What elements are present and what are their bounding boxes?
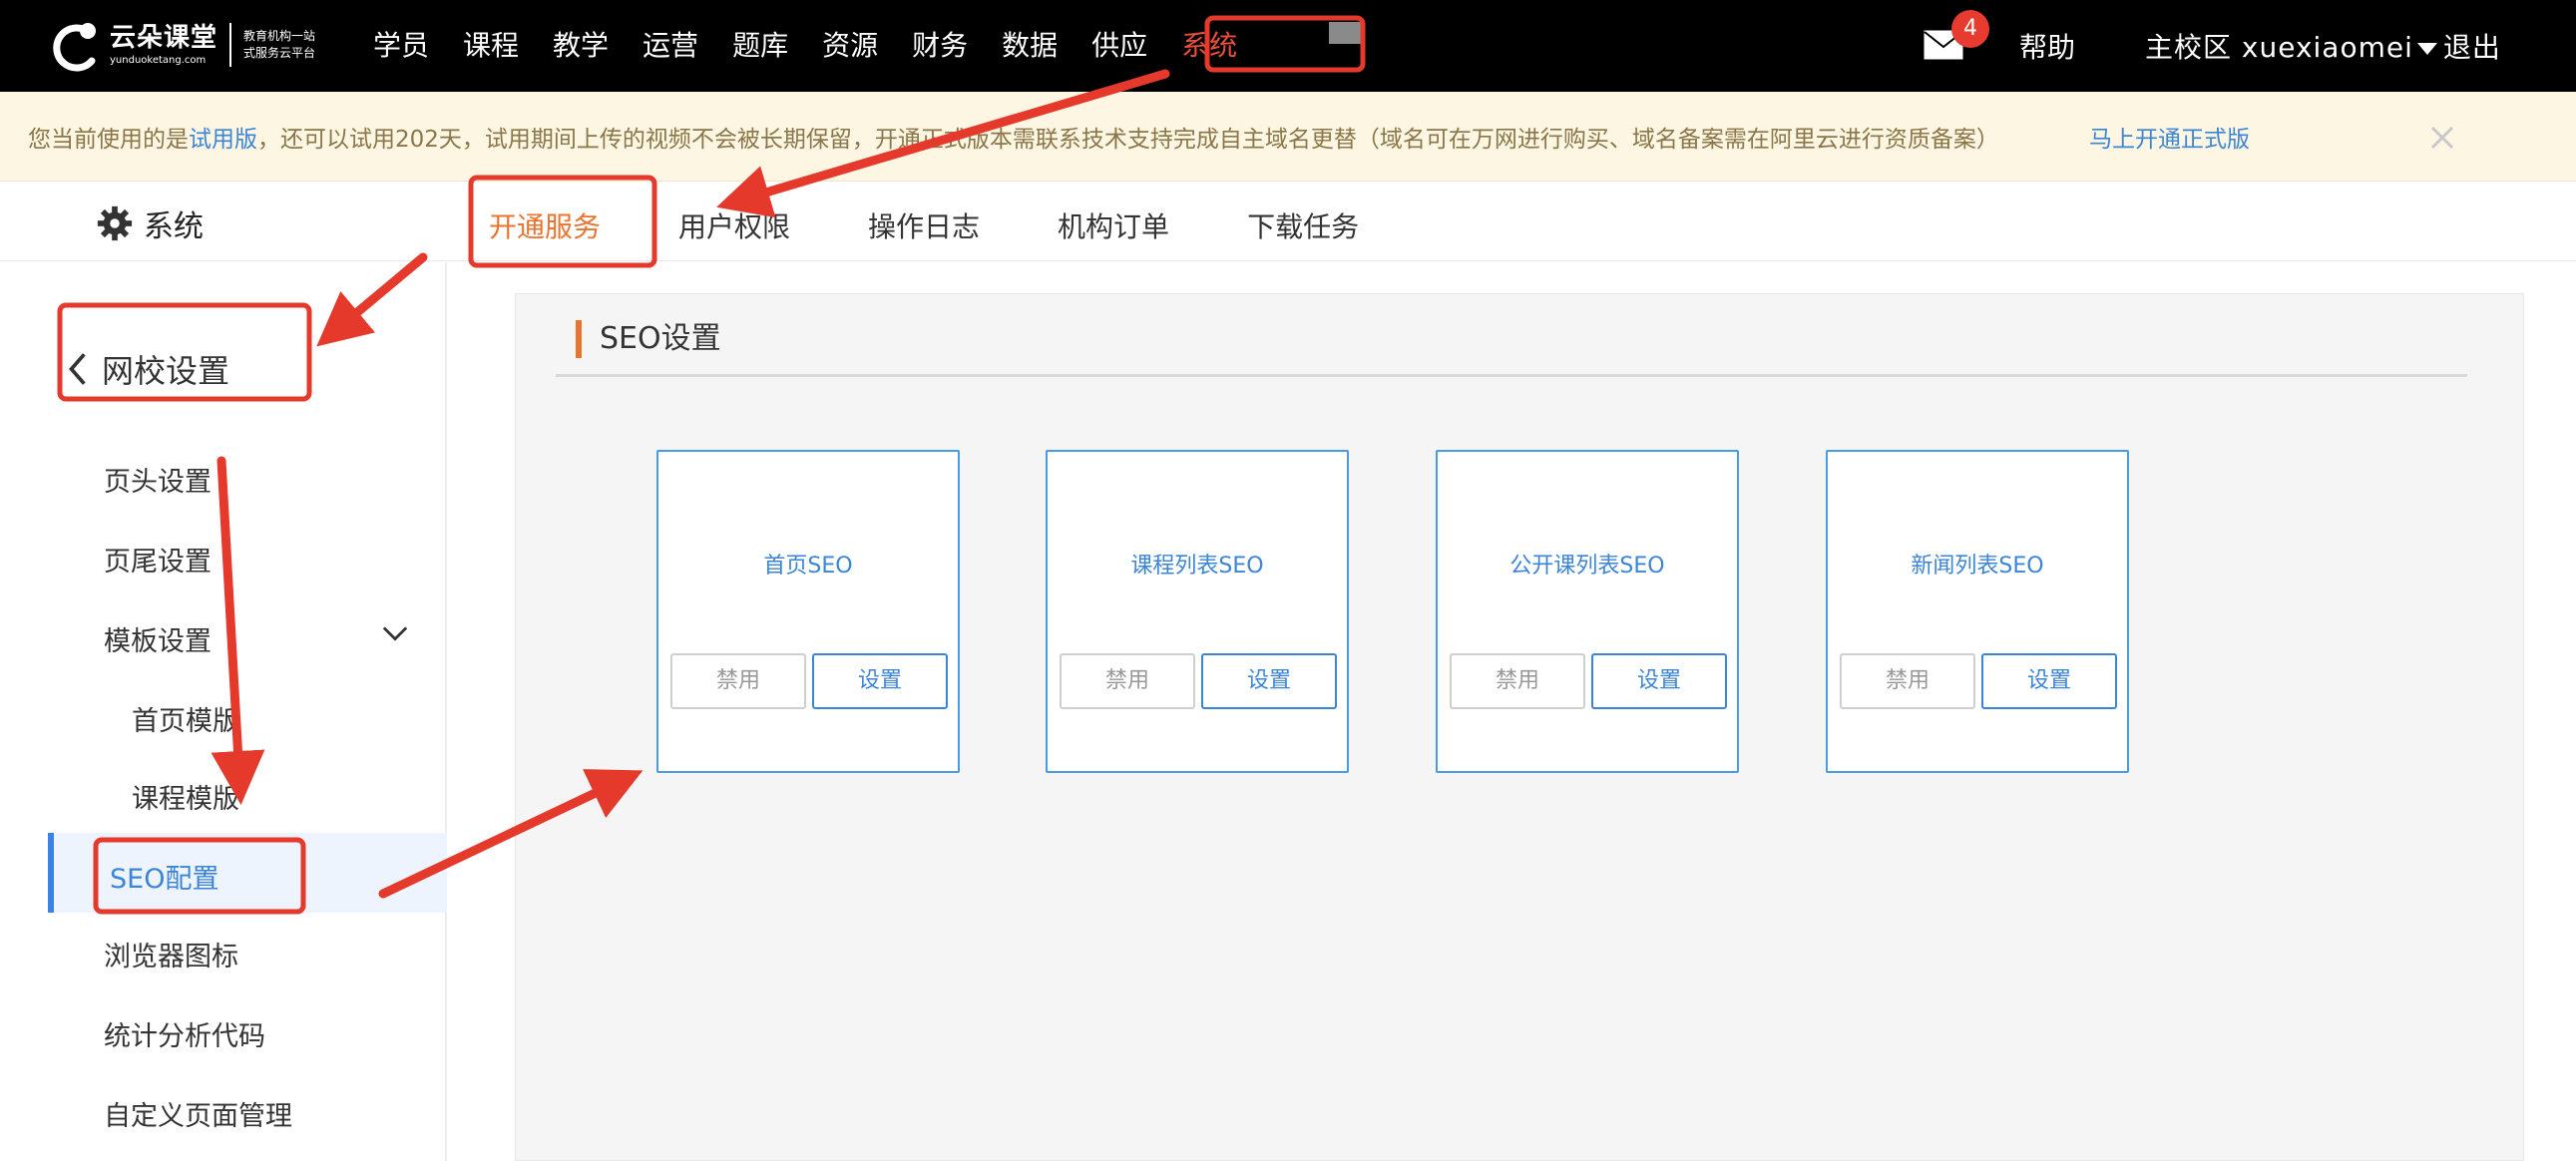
nav-item-system[interactable]: 系统	[1181, 24, 1237, 64]
chevron-down-icon[interactable]	[381, 623, 409, 643]
sidebar-item-seo-config[interactable]: SEO配置	[110, 857, 218, 896]
cloud-logo-icon	[53, 23, 96, 72]
seo-settings-panel: SEO设置 首页SEO 禁用 设置 课程列表SEO 禁用 设置 公开课列表SEO…	[515, 293, 2524, 1161]
section-title-label: 系统	[144, 209, 204, 244]
close-icon[interactable]	[2422, 118, 2462, 158]
divider	[556, 374, 2467, 377]
seo-card-open-course-list: 公开课列表SEO 禁用 设置	[1436, 450, 1739, 773]
tab-operation-log[interactable]: 操作日志	[868, 205, 980, 245]
chevron-left-icon	[69, 353, 86, 385]
nav-item-finance[interactable]: 财务	[912, 24, 968, 64]
nav-item-operations[interactable]: 运营	[643, 24, 698, 64]
nav-more-icon[interactable]	[1329, 22, 1361, 44]
disable-button[interactable]: 禁用	[1060, 653, 1195, 709]
logo-slogan-line-2: 式服务云平台	[243, 46, 316, 60]
logo-slogan-line-1: 教育机构一站	[243, 29, 316, 43]
help-link[interactable]: 帮助	[2019, 26, 2075, 66]
main-nav: 学员 课程 教学 运营 题库 资源 财务 数据 供应 系统	[373, 0, 1271, 88]
sidebar-item-template-settings[interactable]: 模板设置	[104, 619, 212, 658]
sidebar-back-button[interactable]: 网校设置	[66, 346, 229, 392]
upgrade-link[interactable]: 马上开通正式版	[2089, 120, 2250, 154]
mail-count-badge: 4	[1951, 10, 1989, 48]
sidebar-item-seo-active[interactable]	[48, 833, 447, 913]
notice-prefix: 您当前使用的是	[28, 127, 189, 153]
sidebar: 网校设置 页头设置 页尾设置 模板设置 首页模版 课程模版 SEO配置 浏览器图…	[0, 262, 447, 1161]
sidebar-item-footer-settings[interactable]: 页尾设置	[104, 540, 212, 579]
seo-card-news-list: 新闻列表SEO 禁用 设置	[1826, 450, 2129, 773]
gear-icon	[97, 205, 133, 241]
sidebar-item-home-template[interactable]: 首页模版	[132, 699, 239, 738]
system-tabs: 开通服务 用户权限 操作日志 机构订单 下载任务	[489, 205, 1437, 245]
seo-card-home: 首页SEO 禁用 设置	[656, 450, 960, 773]
nav-item-resources[interactable]: 资源	[822, 24, 878, 64]
nav-item-teaching[interactable]: 教学	[553, 24, 609, 64]
campus-user-menu[interactable]: 主校区 xuexiaomei 退出	[2145, 26, 2501, 66]
sidebar-item-analytics-code[interactable]: 统计分析代码	[104, 1014, 265, 1053]
logo-url: yunduoketang.com	[110, 55, 207, 66]
logout-link[interactable]: 退出	[2443, 31, 2501, 64]
logo-slogan: 教育机构一站 式服务云平台	[243, 28, 315, 62]
sub-header: 系统 开通服务 用户权限 操作日志 机构订单 下载任务	[0, 182, 2576, 261]
disable-button[interactable]: 禁用	[670, 653, 806, 709]
card-title: 新闻列表SEO	[1911, 554, 2044, 579]
nav-item-data[interactable]: 数据	[1002, 24, 1058, 64]
nav-item-students[interactable]: 学员	[373, 24, 429, 64]
sidebar-item-header-settings[interactable]: 页头设置	[104, 460, 212, 499]
nav-item-supply[interactable]: 供应	[1091, 24, 1147, 64]
nav-item-question-bank[interactable]: 题库	[732, 24, 788, 64]
sidebar-back-label: 网校设置	[102, 352, 230, 390]
chevron-down-icon	[2416, 43, 2437, 55]
disable-button[interactable]: 禁用	[1450, 653, 1585, 709]
panel-title: SEO设置	[576, 320, 721, 358]
notice-suffix: ，还可以试用202天，试用期间上传的视频不会被长期保留，开通正式版本需联系技术支…	[257, 127, 1999, 153]
tab-user-permissions[interactable]: 用户权限	[678, 205, 790, 245]
disable-button[interactable]: 禁用	[1840, 653, 1975, 709]
notice-version-link[interactable]: 试用版	[189, 127, 257, 153]
logo[interactable]: 云朵课堂 yunduoketang.com 教育机构一站 式服务云平台	[46, 12, 315, 78]
settings-button[interactable]: 设置	[1201, 653, 1337, 709]
tab-download-tasks[interactable]: 下载任务	[1247, 205, 1359, 245]
nav-item-courses[interactable]: 课程	[463, 24, 519, 64]
trial-notice-bar: 您当前使用的是试用版，还可以试用202天，试用期间上传的视频不会被长期保留，开通…	[0, 92, 2576, 182]
sidebar-item-custom-pages[interactable]: 自定义页面管理	[104, 1094, 292, 1133]
settings-button[interactable]: 设置	[1981, 653, 2117, 709]
sidebar-item-favicon[interactable]: 浏览器图标	[104, 935, 238, 973]
settings-button[interactable]: 设置	[1591, 653, 1727, 709]
card-title: 公开课列表SEO	[1509, 554, 1665, 579]
tab-open-service[interactable]: 开通服务	[489, 205, 601, 245]
section-title: 系统	[96, 201, 204, 245]
top-navbar: 云朵课堂 yunduoketang.com 教育机构一站 式服务云平台 学员 课…	[0, 0, 2576, 92]
card-title: 首页SEO	[763, 554, 853, 579]
card-title: 课程列表SEO	[1130, 554, 1264, 579]
sidebar-item-course-template[interactable]: 课程模版	[132, 777, 239, 816]
logo-divider	[229, 23, 232, 67]
campus-user-label: 主校区 xuexiaomei	[2145, 31, 2413, 64]
seo-card-course-list: 课程列表SEO 禁用 设置	[1046, 450, 1349, 773]
trial-notice-text: 您当前使用的是试用版，还可以试用202天，试用期间上传的视频不会被长期保留，开通…	[28, 120, 1999, 154]
settings-button[interactable]: 设置	[812, 653, 948, 709]
tab-org-orders[interactable]: 机构订单	[1058, 205, 1169, 245]
logo-title: 云朵课堂	[110, 23, 218, 53]
